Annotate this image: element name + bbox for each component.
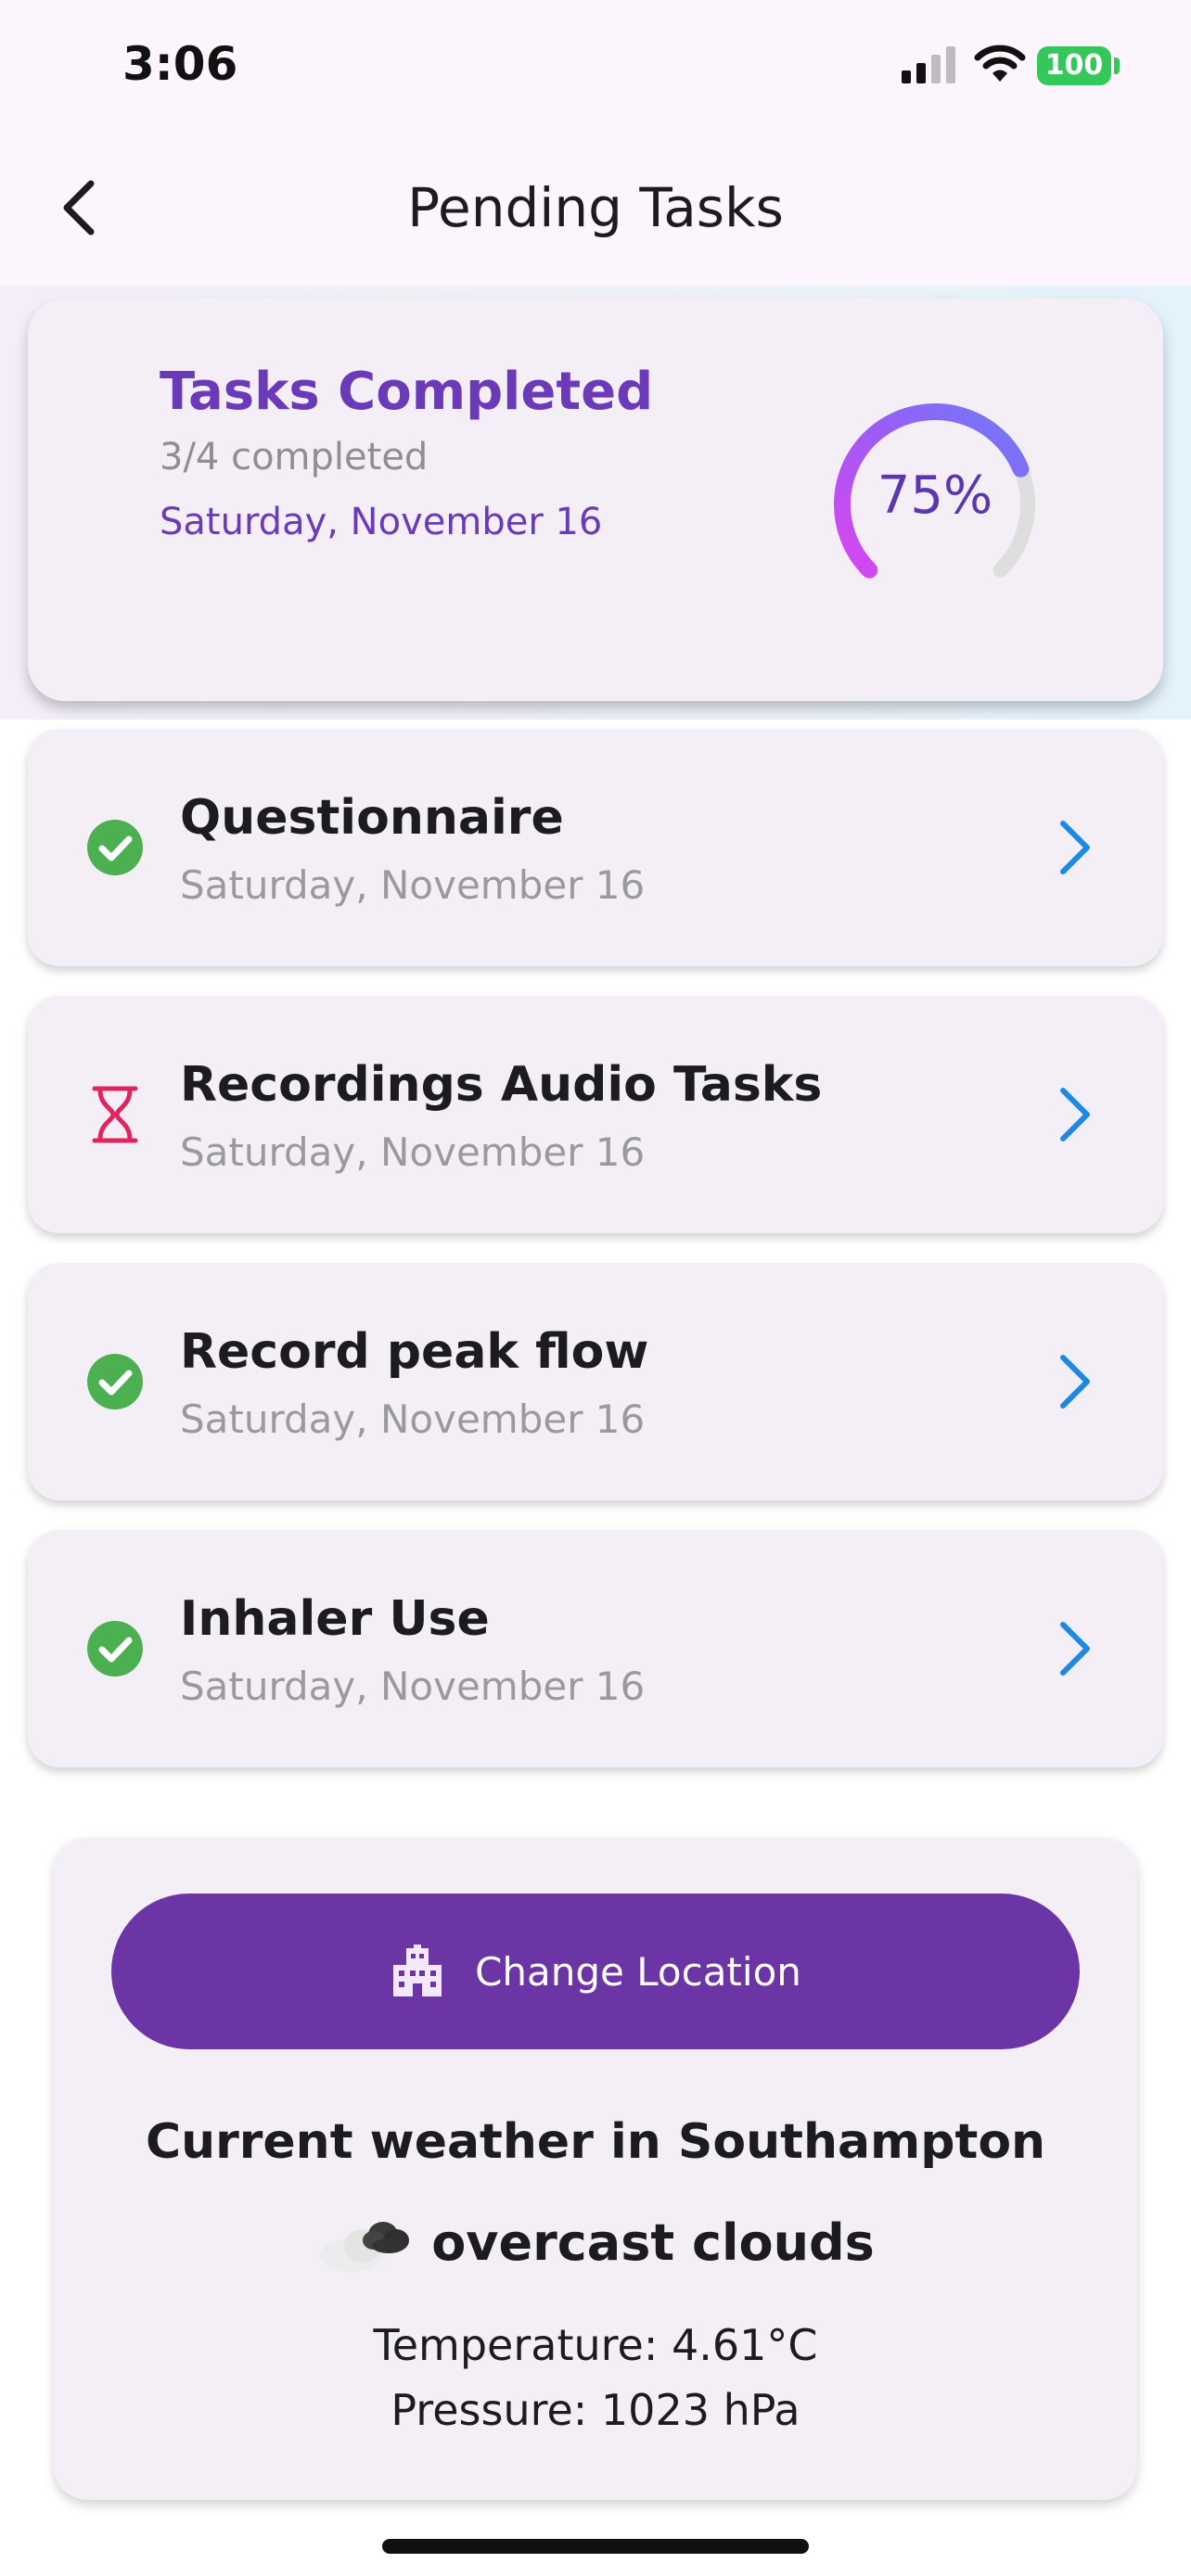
overcast-clouds-icon bbox=[320, 2222, 410, 2272]
wifi-icon bbox=[974, 45, 1026, 82]
summary-date: Saturday, November 16 bbox=[160, 501, 603, 543]
progress-percent: 75% bbox=[877, 465, 993, 526]
task-title: Questionnaire bbox=[180, 790, 564, 846]
app-screen: 3:06 100 Pending Tasks Tasks Completed 3… bbox=[0, 0, 1191, 2576]
page-title: Pending Tasks bbox=[407, 176, 784, 239]
summary-count: 3/4 completed bbox=[160, 436, 429, 478]
task-date: Saturday, November 16 bbox=[180, 1664, 646, 1709]
summary-title: Tasks Completed bbox=[160, 362, 654, 422]
building-icon bbox=[393, 1945, 442, 1996]
task-date: Saturday, November 16 bbox=[180, 1396, 646, 1442]
check-circle-icon bbox=[87, 1354, 143, 1409]
chevron-right-icon[interactable] bbox=[1054, 814, 1098, 881]
task-title: Record peak flow bbox=[180, 1324, 649, 1380]
battery-icon: 100 bbox=[1037, 46, 1111, 85]
task-card-recordings-audio[interactable]: Recordings Audio Tasks Saturday, Novembe… bbox=[28, 996, 1163, 1233]
chevron-right-icon[interactable] bbox=[1054, 1348, 1098, 1415]
check-circle-icon bbox=[87, 1621, 143, 1677]
top-app-bar: 3:06 100 Pending Tasks bbox=[0, 0, 1191, 286]
check-circle-icon bbox=[87, 820, 143, 875]
battery-tip bbox=[1114, 57, 1120, 74]
hourglass-icon bbox=[92, 1086, 138, 1143]
change-location-button[interactable]: Change Location bbox=[111, 1894, 1080, 2049]
status-time: 3:06 bbox=[122, 37, 238, 91]
chevron-right-icon[interactable] bbox=[1054, 1615, 1098, 1682]
cellular-signal-icon bbox=[902, 46, 955, 83]
task-date: Saturday, November 16 bbox=[180, 862, 646, 908]
weather-heading: Current weather in Southampton bbox=[145, 2114, 1046, 2170]
weather-description: overcast clouds bbox=[431, 2213, 875, 2272]
task-date: Saturday, November 16 bbox=[180, 1129, 646, 1175]
change-location-label: Change Location bbox=[475, 1948, 801, 1995]
weather-pressure: Pressure: 1023 hPa bbox=[391, 2385, 800, 2435]
weather-description-row: overcast clouds bbox=[0, 2207, 1191, 2277]
chevron-right-icon[interactable] bbox=[1054, 1081, 1098, 1148]
home-indicator bbox=[382, 2539, 809, 2554]
task-title: Inhaler Use bbox=[180, 1591, 490, 1647]
task-card-questionnaire[interactable]: Questionnaire Saturday, November 16 bbox=[28, 729, 1163, 966]
task-card-peak-flow[interactable]: Record peak flow Saturday, November 16 bbox=[28, 1263, 1163, 1500]
task-card-inhaler-use[interactable]: Inhaler Use Saturday, November 16 bbox=[28, 1530, 1163, 1767]
weather-temperature: Temperature: 4.61°C bbox=[373, 2320, 818, 2370]
task-title: Recordings Audio Tasks bbox=[180, 1057, 823, 1113]
